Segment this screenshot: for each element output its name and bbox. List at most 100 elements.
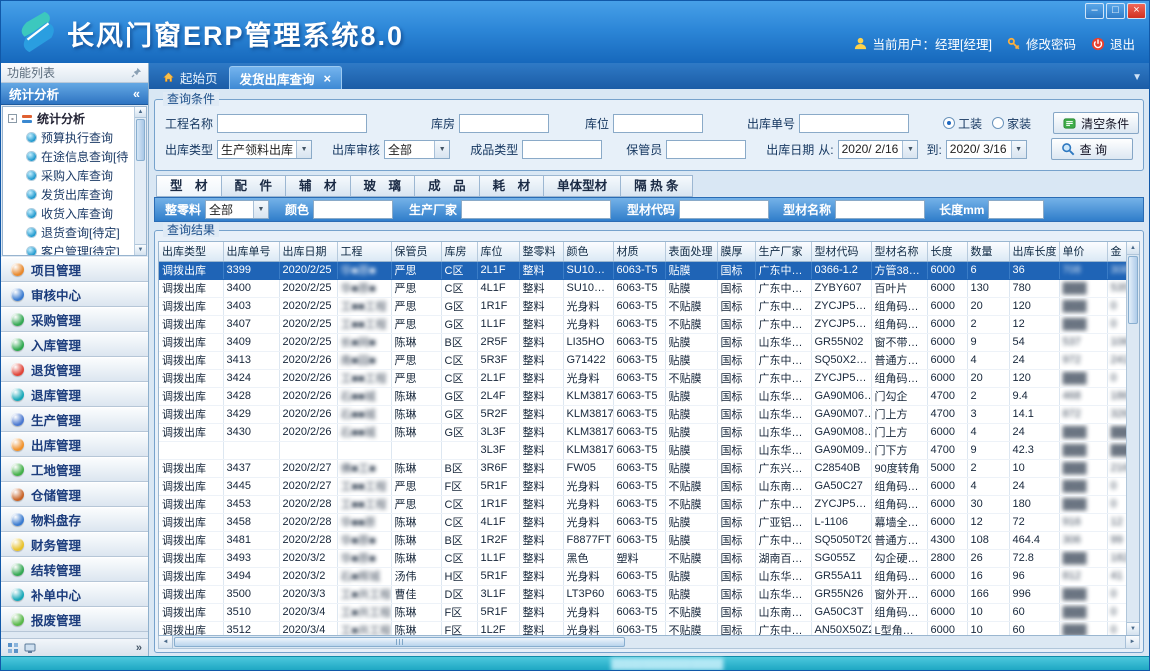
material-tab-1[interactable]: 配 件 xyxy=(221,175,286,197)
manufacturer-input[interactable] xyxy=(461,200,611,219)
table-row[interactable]: 调拨出库34002020/2/25华■原■严思C区4L1F整料SU10…6063… xyxy=(159,279,1140,297)
out-type-select[interactable]: 生产领料出库▼ xyxy=(217,140,312,159)
column-header[interactable]: 出库单号 xyxy=(223,242,279,261)
sidebar-group-12[interactable]: 结转管理 xyxy=(1,557,148,582)
tree-item[interactable]: 退货查询[待定] xyxy=(3,223,134,242)
tree-root[interactable]: - 统计分析 xyxy=(3,109,134,128)
table-row[interactable]: 调拨出库34582020/2/28华■■原陈琳C区4L1F整料光身料6063-T… xyxy=(159,513,1140,531)
material-tab-7[interactable]: 隔 热 条 xyxy=(620,175,692,197)
table-row[interactable]: 调拨出库35122020/3/4工■共工程陈琳F区1L2F整料光身料6063-T… xyxy=(159,621,1140,636)
table-row[interactable]: 调拨出库35102020/3/4工■共工程陈琳F区5R1F整料光身料6063-T… xyxy=(159,603,1140,621)
chevron-down-icon[interactable]: ▼ xyxy=(296,141,311,158)
date-from-picker[interactable]: 2020/ 2/16▼ xyxy=(838,140,919,159)
sidebar-group-header-stats[interactable]: 统计分析 « xyxy=(1,83,148,105)
vertical-scroll-thumb[interactable] xyxy=(1128,256,1138,324)
pin-icon[interactable] xyxy=(131,67,142,78)
column-header[interactable]: 整零料 xyxy=(519,242,563,261)
sidebar-group-4[interactable]: 退货管理 xyxy=(1,357,148,382)
logout-link[interactable]: 退出 xyxy=(1110,34,1135,53)
table-row[interactable]: 调拨出库33992020/2/25华■原■严思C区2L1F整料SU10…6063… xyxy=(159,261,1140,279)
table-row[interactable]: 调拨出库34452020/2/27工■■工程严思F区5R1F整料光身料6063-… xyxy=(159,477,1140,495)
date-to-picker[interactable]: 2020/ 3/16▼ xyxy=(946,140,1027,159)
sidebar-group-10[interactable]: 物料盘存 xyxy=(1,507,148,532)
close-button[interactable]: × xyxy=(1127,3,1146,19)
profile-code-input[interactable] xyxy=(679,200,769,219)
warehouse-input[interactable] xyxy=(459,114,549,133)
material-tab-2[interactable]: 辅 材 xyxy=(285,175,350,197)
table-row[interactable]: 调拨出库34372020/2/27佛■工■陈琳B区3R6F整料FW056063-… xyxy=(159,459,1140,477)
table-row[interactable]: 调拨出库34812020/2/28华■原■陈琳B区1R2F整料F8877FT60… xyxy=(159,531,1140,549)
tab-home[interactable]: 起始页 xyxy=(152,66,228,89)
chevron-down-icon[interactable]: ▼ xyxy=(434,141,449,158)
order-no-input[interactable] xyxy=(799,114,909,133)
grid-view-icon[interactable] xyxy=(7,642,19,654)
search-button[interactable]: 查 询 xyxy=(1051,138,1133,160)
audit-select[interactable]: 全部▼ xyxy=(384,140,450,159)
tree-item[interactable]: 客户管理[待定] xyxy=(3,242,134,256)
column-header[interactable]: 表面处理 xyxy=(665,242,717,261)
sidebar-group-2[interactable]: 采购管理 xyxy=(1,307,148,332)
column-header[interactable]: 出库日期 xyxy=(279,242,337,261)
location-input[interactable] xyxy=(613,114,703,133)
table-row[interactable]: 调拨出库34292020/2/26石■■城陈琳G区5R2F整料KLM381760… xyxy=(159,405,1140,423)
table-row[interactable]: 调拨出库34132020/2/26南■园■严思C区5R3F整料G71422606… xyxy=(159,351,1140,369)
profile-name-input[interactable] xyxy=(835,200,925,219)
column-header[interactable]: 材质 xyxy=(613,242,665,261)
column-header[interactable]: 膜厚 xyxy=(717,242,755,261)
product-type-input[interactable] xyxy=(522,140,602,159)
sidebar-group-8[interactable]: 工地管理 xyxy=(1,457,148,482)
overflow-icon[interactable]: » xyxy=(136,642,142,654)
column-header[interactable]: 库房 xyxy=(441,242,477,261)
tab-shipping-outbound-query[interactable]: 发货出库查询× xyxy=(229,66,343,89)
scroll-down-icon[interactable]: ▼ xyxy=(1127,622,1139,635)
keeper-input[interactable] xyxy=(666,140,746,159)
scroll-up-icon[interactable]: ▲ xyxy=(135,107,146,118)
close-tab-icon[interactable]: × xyxy=(324,71,332,86)
sidebar-group-7[interactable]: 出库管理 xyxy=(1,432,148,457)
column-header[interactable]: 保管员 xyxy=(391,242,441,261)
column-header[interactable]: 长度 xyxy=(927,242,967,261)
chevron-down-icon[interactable]: ▼ xyxy=(902,141,917,158)
minimize-button[interactable]: – xyxy=(1085,3,1104,19)
table-row[interactable]: 调拨出库34092020/2/25长■网■陈琳B区2R5F整料LI35HO606… xyxy=(159,333,1140,351)
column-header[interactable]: 工程 xyxy=(337,242,391,261)
sidebar-group-14[interactable]: 报废管理 xyxy=(1,607,148,632)
column-header[interactable]: 型材代码 xyxy=(811,242,871,261)
tree-item[interactable]: 预算执行查询 xyxy=(3,128,134,147)
tree-item[interactable]: 在途信息查询[待 xyxy=(3,147,134,166)
tree-item[interactable]: 发货出库查询 xyxy=(3,185,134,204)
sidebar-group-3[interactable]: 入库管理 xyxy=(1,332,148,357)
column-header[interactable]: 数量 xyxy=(967,242,1009,261)
chevron-down-icon[interactable]: ▼ xyxy=(1011,141,1026,158)
material-tab-5[interactable]: 耗 材 xyxy=(479,175,544,197)
table-row[interactable]: 调拨出库34282020/2/26石■■城陈琳G区2L4F整料KLM381760… xyxy=(159,387,1140,405)
table-row[interactable]: 调拨出库34302020/2/26石■■城陈琳G区3L3F整料KLM381760… xyxy=(159,423,1140,441)
vertical-scrollbar[interactable]: ▲ ▼ xyxy=(1126,242,1139,635)
table-row[interactable]: 调拨出库34072020/2/25工■■工程严思G区1L1F整料光身料6063-… xyxy=(159,315,1140,333)
material-tab-0[interactable]: 型 材 xyxy=(156,175,221,197)
sidebar-group-13[interactable]: 补单中心 xyxy=(1,582,148,607)
column-header[interactable]: 单价 xyxy=(1059,242,1107,261)
table-row[interactable]: 3L3F整料KLM38176063-T5贴膜国标山东华…GA90M09…门下方4… xyxy=(159,441,1140,459)
sidebar-group-1[interactable]: 审核中心 xyxy=(1,282,148,307)
column-header[interactable]: 出库长度 xyxy=(1009,242,1059,261)
radio-home[interactable]: 家装 xyxy=(992,115,1031,132)
change-password-link[interactable]: 修改密码 xyxy=(1026,34,1076,53)
material-tab-4[interactable]: 成 品 xyxy=(414,175,479,197)
tree-scrollbar[interactable]: ▲ ▼ xyxy=(134,107,146,255)
material-tab-6[interactable]: 单体型材 xyxy=(543,175,620,197)
tree-item[interactable]: 收货入库查询 xyxy=(3,204,134,223)
sidebar-group-9[interactable]: 仓储管理 xyxy=(1,482,148,507)
monitor-icon[interactable] xyxy=(24,642,36,654)
chevron-down-icon[interactable]: ▼ xyxy=(253,201,268,218)
tree-scroll-thumb[interactable] xyxy=(136,119,145,161)
column-header[interactable]: 出库类型 xyxy=(159,242,223,261)
table-row[interactable]: 调拨出库34242020/2/26工■■工程严思C区2L1F整料光身料6063-… xyxy=(159,369,1140,387)
column-header[interactable]: 库位 xyxy=(477,242,519,261)
radio-workwear[interactable]: 工装 xyxy=(943,115,982,132)
table-row[interactable]: 调拨出库34032020/2/25工■■工程严思G区1R1F整料光身料6063-… xyxy=(159,297,1140,315)
column-header[interactable]: 型材名称 xyxy=(871,242,927,261)
material-tab-3[interactable]: 玻 璃 xyxy=(350,175,415,197)
maximize-button[interactable]: □ xyxy=(1106,3,1125,19)
table-row[interactable]: 调拨出库34532020/2/28工■■工程严思C区1R1F整料光身料6063-… xyxy=(159,495,1140,513)
